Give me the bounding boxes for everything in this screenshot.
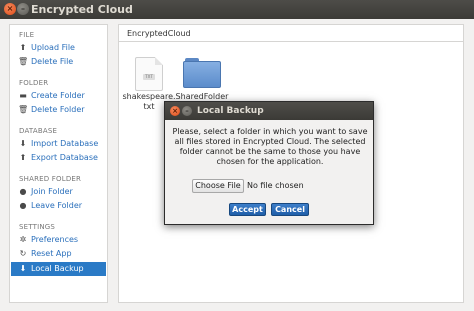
sidebar-item-create-folder[interactable]: ▬ Create Folder <box>11 89 106 103</box>
sidebar-item-label: Delete File <box>31 57 74 66</box>
sidebar-item-label: Export Database <box>31 153 98 162</box>
upload-icon: ⬆ <box>19 153 27 162</box>
window-minimize-button[interactable]: – <box>17 3 29 15</box>
dialog-minimize-button[interactable]: – <box>182 106 192 116</box>
cancel-button[interactable]: Cancel <box>271 203 309 216</box>
sidebar-item-export-database[interactable]: ⬆ Export Database <box>11 151 106 165</box>
trash-icon: 🗑 <box>18 57 29 66</box>
sidebar-item-join-folder[interactable]: ● Join Folder <box>11 185 106 199</box>
choose-file-button[interactable]: Choose File <box>192 179 244 193</box>
window-titlebar[interactable]: × – Encrypted Cloud <box>0 0 474 19</box>
sidebar-item-local-backup[interactable]: ⬇ Local Backup <box>11 262 106 276</box>
sidebar-item-label: Leave Folder <box>31 201 83 210</box>
no-file-chosen-label: No file chosen <box>247 181 304 190</box>
sidebar-item-label: Preferences <box>31 235 79 244</box>
sidebar-item-preferences[interactable]: ✲ Preferences <box>11 233 106 247</box>
window-title: Encrypted Cloud <box>31 3 133 16</box>
sidebar-item-label: Upload File <box>31 43 75 52</box>
folder-icon: ▬ <box>19 91 27 100</box>
trash-icon: 🗑 <box>18 105 29 114</box>
download-icon: ⬇ <box>19 139 27 148</box>
sidebar: FILE ⬆ Upload File 🗑 Delete File FOLDER … <box>9 24 108 303</box>
gear-icon: ✲ <box>19 235 27 244</box>
dialog-titlebar[interactable]: × – Local Backup <box>165 102 373 120</box>
sidebar-item-delete-file[interactable]: 🗑 Delete File <box>11 55 106 69</box>
refresh-icon: ↻ <box>19 249 27 258</box>
accept-button[interactable]: Accept <box>229 203 266 216</box>
sidebar-item-label: Delete Folder <box>31 105 85 114</box>
circle-plus-icon: ● <box>19 187 27 196</box>
sidebar-heading-database: DATABASE <box>19 127 58 135</box>
app-window: × – Encrypted Cloud FILE ⬆ Upload File 🗑… <box>0 0 474 311</box>
sidebar-item-upload-file[interactable]: ⬆ Upload File <box>11 41 106 55</box>
breadcrumb: EncryptedCloud <box>119 25 463 42</box>
sidebar-heading-folder: FOLDER <box>19 79 49 87</box>
upload-icon: ⬆ <box>19 43 27 52</box>
sidebar-item-label: Local Backup <box>31 264 84 273</box>
sidebar-item-import-database[interactable]: ⬇ Import Database <box>11 137 106 151</box>
sidebar-item-label: Reset App <box>31 249 72 258</box>
sidebar-heading-shared-folder: SHARED FOLDER <box>19 175 82 183</box>
local-backup-dialog: × – Local Backup Please, select a folder… <box>164 101 374 225</box>
sidebar-item-label: Create Folder <box>31 91 85 100</box>
sidebar-item-leave-folder[interactable]: ● Leave Folder <box>11 199 106 213</box>
sidebar-item-label: Join Folder <box>31 187 73 196</box>
download-icon: ⬇ <box>19 264 27 273</box>
dialog-close-button[interactable]: × <box>170 106 180 116</box>
sidebar-heading-settings: SETTINGS <box>19 223 56 231</box>
sidebar-item-label: Import Database <box>31 139 99 148</box>
window-close-button[interactable]: × <box>4 3 16 15</box>
sidebar-item-delete-folder[interactable]: 🗑 Delete Folder <box>11 103 106 117</box>
sidebar-item-reset-app[interactable]: ↻ Reset App <box>11 247 106 261</box>
text-file-icon: TXT <box>135 57 163 91</box>
circle-minus-icon: ● <box>19 201 27 210</box>
dialog-title: Local Backup <box>197 106 264 116</box>
dialog-message: Please, select a folder in which you wan… <box>172 127 368 166</box>
sidebar-heading-file: FILE <box>19 31 35 39</box>
folder-icon <box>183 58 221 88</box>
